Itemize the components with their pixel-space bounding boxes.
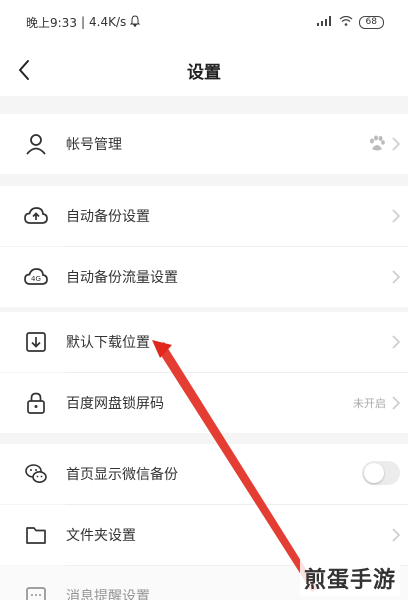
cloud-4g-icon: 4G — [24, 268, 48, 285]
settings-item-label: 帐号管理 — [66, 137, 122, 153]
wechat-icon — [25, 464, 47, 483]
back-button[interactable] — [10, 56, 38, 84]
settings-item-wechat-backup: 首页显示微信备份 — [0, 444, 408, 504]
cloud-upload-icon — [24, 207, 48, 224]
wifi-icon — [339, 15, 353, 29]
chevron-right-icon — [392, 209, 401, 223]
settings-item-label: 百度网盘锁屏码 — [66, 396, 164, 412]
wechat-backup-toggle[interactable] — [362, 461, 400, 485]
settings-item-label: 自动备份流量设置 — [66, 270, 178, 286]
settings-item-auto-backup[interactable]: 自动备份设置 — [0, 186, 408, 246]
lock-screen-status: 未开启 — [353, 397, 386, 410]
download-icon — [26, 332, 46, 352]
status-time: 晚上9:33 — [26, 15, 77, 30]
battery-indicator: 68 — [358, 15, 384, 29]
lock-icon — [27, 392, 45, 414]
baidu-paw-icon — [370, 135, 385, 151]
status-right: 68 — [316, 15, 384, 29]
settings-item-label: 首页显示微信备份 — [66, 467, 178, 483]
chevron-right-icon — [392, 137, 401, 151]
status-separator: | — [80, 15, 85, 29]
folder-icon — [26, 527, 46, 544]
user-icon — [26, 134, 46, 155]
notification-bell-icon — [130, 14, 141, 30]
settings-item-lock-screen[interactable]: 百度网盘锁屏码 未开启 — [0, 373, 408, 433]
chevron-left-icon — [19, 60, 29, 80]
signal-icon — [316, 15, 333, 29]
chevron-right-icon — [392, 528, 401, 542]
svg-text:4G: 4G — [31, 275, 41, 283]
page-title: 设置 — [187, 62, 221, 83]
chevron-right-icon — [392, 335, 401, 349]
settings-item-account[interactable]: 帐号管理 — [0, 114, 408, 174]
settings-item-label: 文件夹设置 — [66, 528, 136, 544]
settings-item-auto-backup-traffic[interactable]: 4G 自动备份流量设置 — [0, 247, 408, 307]
status-network-speed: 4.4K/s — [89, 15, 127, 29]
status-bar: 晚上9:33 | 4.4K/s 68 — [0, 0, 408, 44]
watermark-text: 煎蛋手游 — [300, 560, 401, 596]
toggle-knob — [364, 463, 384, 483]
chevron-right-icon — [392, 396, 401, 410]
settings-item-folder-settings[interactable]: 文件夹设置 — [0, 505, 408, 565]
settings-item-label: 自动备份设置 — [66, 209, 150, 225]
message-icon — [26, 587, 46, 600]
settings-item-default-download[interactable]: 默认下载位置 — [0, 312, 408, 372]
settings-item-label: 默认下载位置 — [66, 335, 150, 351]
settings-item-label: 消息提醒设置 — [66, 589, 150, 600]
chevron-right-icon — [392, 270, 401, 284]
status-left: 晚上9:33 | 4.4K/s — [26, 14, 141, 31]
header: 设置 — [0, 44, 408, 96]
